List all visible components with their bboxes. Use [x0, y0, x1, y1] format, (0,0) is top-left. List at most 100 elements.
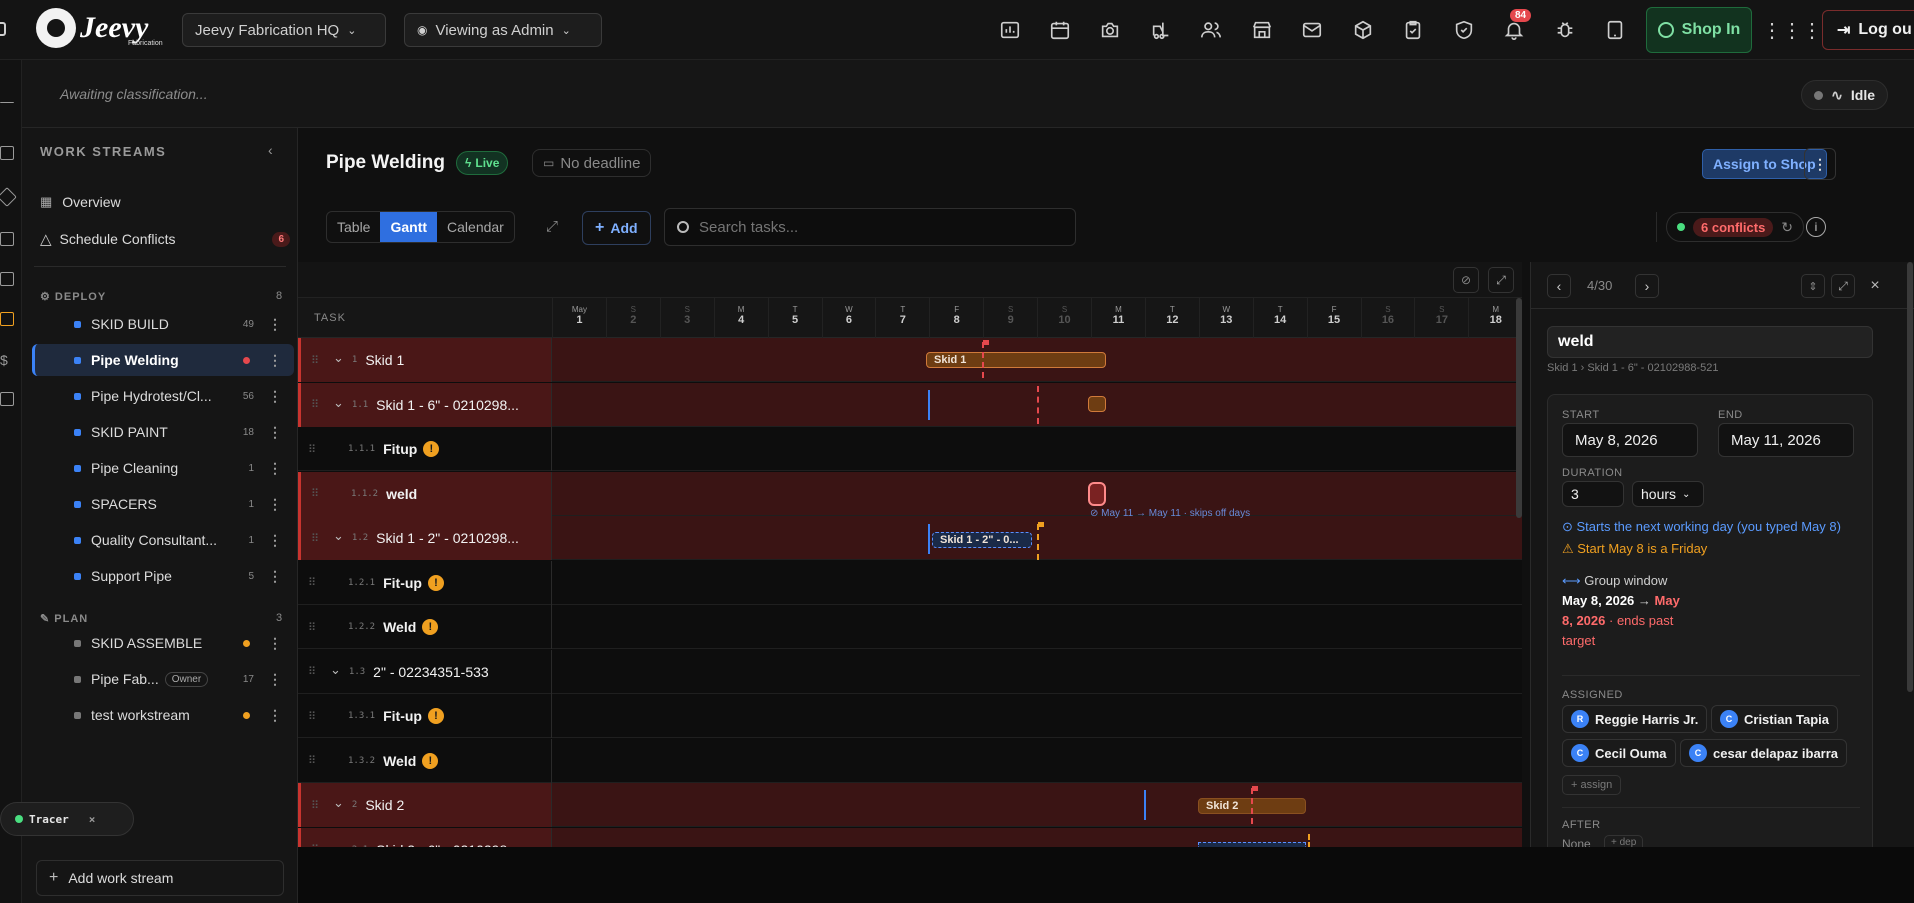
assignee-chip[interactable]: C Cristian Tapia	[1711, 705, 1839, 733]
sidebar-item-skid-build[interactable]: SKID BUILD 49 ⋮	[32, 308, 294, 340]
document-icon[interactable]	[0, 146, 14, 160]
close-icon[interactable]: ×	[89, 813, 96, 826]
chevron-down-icon[interactable]: ⌄	[333, 395, 344, 411]
conflicts-chip[interactable]: 6 conflicts	[1693, 217, 1774, 237]
task-row[interactable]: ⠿⌄2.1Skid 2 - 6" - 0210298...	[298, 827, 1522, 848]
more-options-icon[interactable]: ⋮	[268, 532, 282, 549]
duration-input[interactable]: 3	[1562, 481, 1624, 507]
warning-icon[interactable]: !	[422, 752, 439, 769]
duration-unit-select[interactable]: hours ⌄	[1632, 481, 1704, 507]
chevron-down-icon[interactable]: ⌄	[333, 528, 344, 544]
drag-handle-icon[interactable]: ⠿	[308, 621, 324, 634]
task-row[interactable]: ⠿ ⌄ 1 Skid 1	[298, 338, 1522, 382]
drag-handle-icon[interactable]: ⠿	[311, 354, 327, 367]
drag-handle-icon[interactable]: ⠿	[308, 665, 324, 678]
brand-logo[interactable]: Jeevy Fabrication	[36, 8, 163, 48]
sidebar-item-pipe-welding[interactable]: Pipe Welding ⋮	[32, 344, 294, 376]
drag-handle-icon[interactable]: ⠿	[311, 532, 327, 545]
drag-handle-icon[interactable]: ⠿	[311, 799, 327, 812]
task-name-field[interactable]: weld	[1547, 326, 1873, 358]
task-row[interactable]: ⠿ 1.2.2 Weld!	[298, 605, 1522, 649]
store-icon[interactable]	[1250, 18, 1274, 42]
more-options-icon[interactable]: ⋮	[268, 671, 282, 688]
chevron-down-icon[interactable]: ⌄	[330, 662, 341, 678]
info-icon[interactable]: i	[1806, 217, 1826, 237]
tab-table[interactable]: Table	[327, 212, 380, 242]
users-icon[interactable]	[1199, 18, 1223, 42]
table-icon[interactable]	[0, 312, 14, 326]
task-row[interactable]: ⠿ ⌄ 1.2 Skid 1 - 2" - 0210298...	[298, 516, 1522, 560]
next-task-button[interactable]: ›	[1635, 274, 1659, 298]
sidebar-item-schedule-conflicts[interactable]: △ Schedule Conflicts 6	[32, 223, 294, 255]
forklift-icon[interactable]	[1149, 18, 1173, 42]
chevron-down-icon[interactable]: ⌄	[333, 795, 344, 811]
conflicts-indicator[interactable]: 6 conflicts ↻	[1666, 212, 1805, 242]
collapse-icon[interactable]	[0, 102, 14, 104]
clipboard-icon[interactable]	[1401, 18, 1425, 42]
report-icon[interactable]	[0, 392, 14, 406]
shop-in-button[interactable]: Shop In	[1646, 7, 1752, 53]
sidebar-item-skid-assemble[interactable]: SKID ASSEMBLE ⋮	[32, 627, 294, 659]
tab-gantt[interactable]: Gantt	[380, 212, 438, 242]
close-icon[interactable]: ×	[1863, 274, 1887, 298]
vertical-scrollbar[interactable]	[1516, 298, 1522, 518]
hide-details-icon[interactable]: ⊘	[1453, 267, 1479, 293]
bug-icon[interactable]	[1553, 18, 1577, 42]
sidebar-item-support-pipe[interactable]: Support Pipe 5 ⋮	[32, 560, 294, 592]
search-box[interactable]	[664, 208, 1076, 246]
package-icon[interactable]	[1351, 18, 1375, 42]
inbox-icon[interactable]	[0, 232, 14, 246]
fullscreen-icon[interactable]: ⤢	[1488, 267, 1514, 293]
more-options-icon[interactable]: ⋮	[268, 707, 282, 724]
warning-icon[interactable]: !	[427, 708, 444, 724]
add-work-stream-button[interactable]: + Add work stream	[36, 860, 284, 896]
mail-icon[interactable]	[1300, 18, 1324, 42]
drag-handle-icon[interactable]: ⠿	[308, 710, 324, 723]
task-row[interactable]: ⠿ ⌄ 2 Skid 2	[298, 783, 1522, 827]
chevron-down-icon[interactable]: ⌄	[333, 840, 344, 848]
search-input[interactable]	[699, 218, 1059, 236]
tracer-pill[interactable]: Tracer ×	[0, 802, 134, 836]
tablet-icon[interactable]	[1603, 18, 1627, 42]
add-assignee-button[interactable]: + assign	[1562, 775, 1622, 795]
apps-grid-icon[interactable]: ⋮⋮⋮	[1762, 18, 1822, 42]
sidebar-item-test-workstream[interactable]: test workstream ⋮	[32, 699, 294, 731]
tab-calendar[interactable]: Calendar	[437, 212, 514, 242]
menu-toggle-icon[interactable]	[0, 22, 6, 36]
drag-handle-icon[interactable]: ⠿	[308, 576, 324, 589]
assignee-chip[interactable]: C Cecil Ouma	[1562, 739, 1676, 767]
collapse-sidebar-icon[interactable]: ‹	[268, 142, 273, 158]
more-options-icon[interactable]: ⋮	[268, 635, 282, 652]
more-options-icon[interactable]: ⋮	[268, 316, 282, 333]
dollar-icon[interactable]: $	[0, 352, 14, 368]
task-row[interactable]: ⠿ ⌄ 1.3 2" - 02234351-533	[298, 649, 1522, 694]
previous-task-button[interactable]: ‹	[1547, 274, 1571, 298]
warning-icon[interactable]: !	[422, 619, 439, 635]
task-row[interactable]: ⠿ 1.1.1 Fitup!	[298, 427, 1522, 471]
sidebar-item-quality-consultant[interactable]: Quality Consultant... 1 ⋮	[32, 524, 294, 556]
end-date-field[interactable]: May 11, 2026	[1718, 423, 1854, 457]
task-row[interactable]: ⠿ 1.1.2 weld	[298, 471, 1522, 516]
drag-handle-icon[interactable]: ⠿	[308, 754, 324, 767]
drag-handle-icon[interactable]: ⠿	[311, 487, 327, 500]
sidebar-item-skid-paint[interactable]: SKID PAINT 18 ⋮	[32, 416, 294, 448]
sidebar-item-overview[interactable]: ▦ Overview	[32, 186, 294, 218]
dashboard-icon[interactable]	[998, 18, 1022, 42]
warning-icon[interactable]: !	[423, 441, 440, 457]
expand-icon[interactable]: ⤢	[546, 218, 558, 235]
chevron-down-icon[interactable]: ⌄	[333, 350, 344, 366]
more-options-icon[interactable]: ⋮	[1804, 148, 1836, 180]
calendar-icon[interactable]	[1048, 18, 1072, 42]
task-row[interactable]: ⠿ 1.2.1 Fit-up!	[298, 560, 1522, 605]
assignee-chip[interactable]: C cesar delapaz ibarra	[1680, 739, 1848, 767]
sidebar-item-pipe-cleaning[interactable]: Pipe Cleaning 1 ⋮	[32, 452, 294, 484]
start-date-field[interactable]: May 8, 2026	[1562, 423, 1698, 457]
refresh-icon[interactable]: ↻	[1781, 219, 1793, 236]
idle-status[interactable]: ∿ Idle	[1801, 80, 1888, 110]
sidebar-item-pipe-fab[interactable]: Pipe Fab... Owner 17 ⋮	[32, 663, 294, 695]
more-options-icon[interactable]: ⋮	[268, 460, 282, 477]
more-options-icon[interactable]: ⋮	[268, 424, 282, 441]
warning-icon[interactable]: !	[427, 574, 444, 591]
task-row[interactable]: ⠿ 1.3.1 Fit-up!	[298, 694, 1522, 738]
add-task-button[interactable]: + Add	[582, 211, 651, 245]
